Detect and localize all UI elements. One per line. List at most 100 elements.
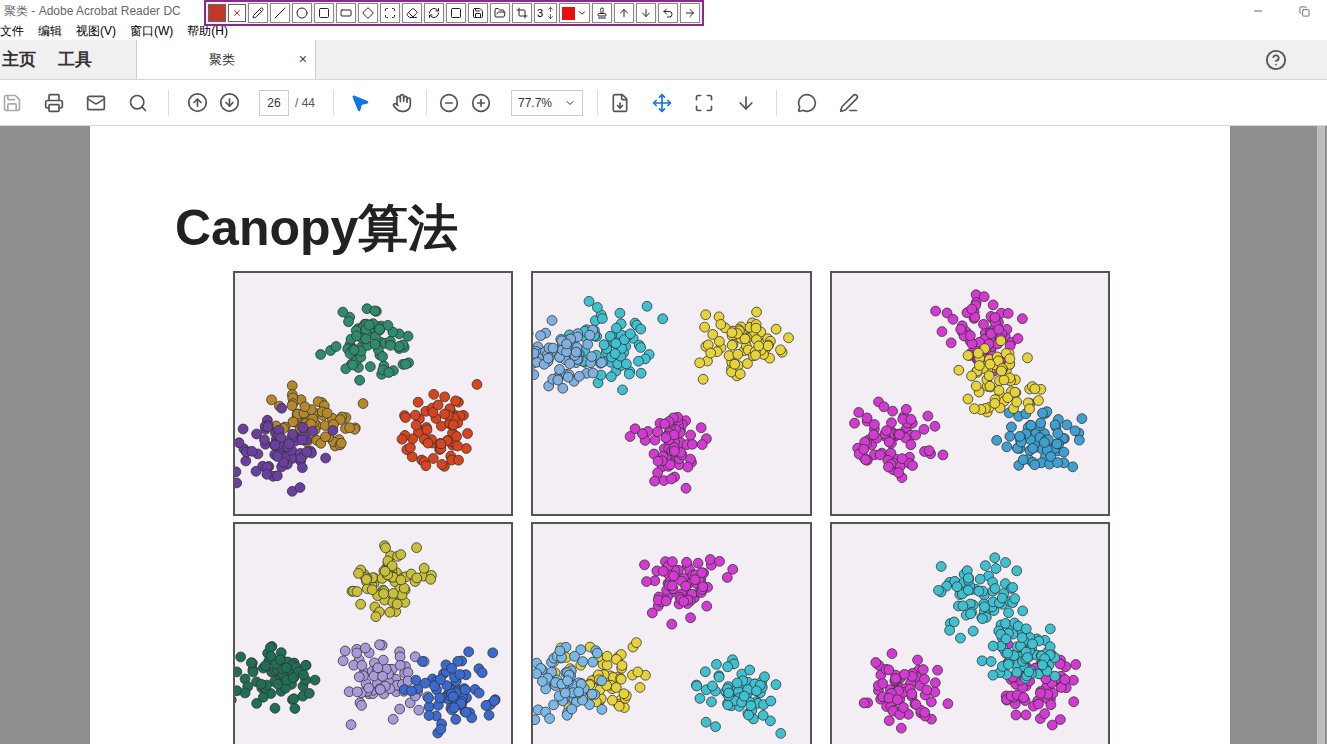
annotation-tool-icon (252, 7, 264, 19)
fit-page-button[interactable] (604, 87, 636, 119)
print-icon (44, 93, 64, 113)
menu-item[interactable]: 窗口(W) (130, 22, 173, 40)
help-icon (1265, 49, 1287, 71)
zoom-out-icon (439, 93, 459, 113)
annotation-tool[interactable] (402, 3, 422, 23)
search-icon (128, 93, 148, 113)
app-window: 聚类 - Adobe Acrobat Reader DC 3 文件编辑视图(V) 窗口… (0, 0, 1327, 744)
select-tool-button[interactable] (344, 87, 376, 119)
annotation-tool[interactable] (592, 3, 612, 23)
annotation-tool[interactable] (314, 3, 334, 23)
mail-icon (86, 93, 106, 113)
zoom-in-icon (471, 93, 491, 113)
annotation-tool[interactable] (658, 3, 678, 23)
annotation-tool[interactable] (270, 3, 290, 23)
scrollbar[interactable] (1317, 126, 1325, 744)
document-area: Canopy算法 (0, 126, 1327, 744)
annotation-tool[interactable] (512, 3, 532, 23)
annotation-tool-icon (296, 7, 308, 19)
document-tab[interactable]: 聚类× (136, 40, 316, 79)
previous-page-button[interactable] (181, 87, 213, 119)
annotation-tool[interactable] (468, 3, 488, 23)
color-picker[interactable] (559, 3, 590, 23)
annotation-logo-icon[interactable] (208, 4, 226, 22)
annotation-tool[interactable] (680, 3, 700, 23)
line-width-value: 3 (537, 5, 543, 22)
help-button[interactable]: ? (1265, 40, 1327, 79)
annotation-tool-icon (684, 7, 696, 19)
annotation-tool-icon (516, 7, 528, 19)
menu-item[interactable]: 视图(V) (76, 22, 116, 40)
zoom-in-button[interactable] (465, 87, 497, 119)
fit-width-button[interactable] (646, 87, 678, 119)
close-annotation-icon[interactable] (228, 4, 246, 22)
annotation-tool-icon (274, 7, 286, 19)
read-mode-icon (736, 93, 756, 113)
annotation-tool[interactable] (248, 3, 268, 23)
line-width-spinner[interactable]: 3 (534, 3, 557, 23)
zoom-select[interactable]: 77.7% (511, 90, 583, 116)
window-title: 聚类 - Adobe Acrobat Reader DC (0, 2, 181, 20)
annotation-tool[interactable] (380, 3, 400, 23)
cluster-figure (233, 522, 513, 744)
close-tab-button[interactable]: × (299, 49, 307, 70)
annotation-tool-icon (618, 7, 630, 19)
annotation-tool[interactable] (446, 3, 466, 23)
pdf-page: Canopy算法 (90, 126, 1230, 744)
full-screen-icon (694, 93, 714, 113)
next-page-button[interactable] (213, 87, 245, 119)
annotation-tool[interactable] (358, 3, 378, 23)
nav-tab[interactable]: 工具 (56, 40, 94, 79)
comment-icon (797, 93, 817, 113)
minimize-icon (1252, 5, 1264, 17)
slide-title: Canopy算法 (175, 198, 1230, 258)
annotation-tool-icon (406, 7, 418, 19)
nav-tab[interactable]: 主页 (0, 40, 38, 79)
menu-item[interactable]: 编辑 (38, 22, 62, 40)
annotation-tool-icon (384, 7, 396, 19)
arrow-down-icon (219, 92, 240, 113)
annotation-tool-icon (428, 7, 440, 19)
pen-icon (839, 93, 859, 113)
annotation-tool-icon (640, 7, 652, 19)
annotation-tool-icon (662, 7, 674, 19)
annotation-tool-icon (596, 7, 608, 19)
hand-tool-button[interactable] (386, 87, 418, 119)
annotation-tool[interactable] (636, 3, 656, 23)
annotation-tool-icon (450, 7, 462, 19)
annotation-tool-icon (340, 7, 352, 19)
arrow-up-icon (187, 92, 208, 113)
annotation-tool-icon (472, 7, 484, 19)
annotation-tool[interactable] (490, 3, 510, 23)
scatter-plot (235, 273, 511, 514)
email-button[interactable] (80, 87, 112, 119)
scatter-plot (533, 273, 809, 514)
page-input[interactable]: 26 (259, 90, 289, 116)
toolbar: 26 / 44 77.7% (0, 80, 1327, 126)
zoom-out-button[interactable] (433, 87, 465, 119)
comment-button[interactable] (791, 87, 823, 119)
page-total: / 44 (295, 94, 315, 112)
annotation-tool[interactable] (614, 3, 634, 23)
minimize-button[interactable] (1235, 5, 1281, 17)
hand-icon (392, 93, 412, 113)
restore-button[interactable] (1281, 6, 1327, 17)
search-button[interactable] (122, 87, 154, 119)
annotation-tool[interactable] (292, 3, 312, 23)
highlight-button[interactable] (833, 87, 865, 119)
tab-bar: 主页工具 聚类×? (0, 40, 1327, 80)
cluster-figure (531, 271, 811, 516)
annotation-tool[interactable] (424, 3, 444, 23)
annotation-tool-icon (494, 7, 506, 19)
scatter-plot (832, 273, 1108, 514)
full-screen-button[interactable] (688, 87, 720, 119)
annotation-tool[interactable] (336, 3, 356, 23)
read-mode-button[interactable] (730, 87, 762, 119)
cluster-figure (830, 522, 1110, 744)
save-button[interactable] (0, 87, 28, 119)
restore-icon (1299, 6, 1310, 17)
menu-item[interactable]: 文件 (0, 22, 24, 40)
print-button[interactable] (38, 87, 70, 119)
scatter-plot (533, 524, 809, 744)
annotation-tool-icon (362, 7, 374, 19)
